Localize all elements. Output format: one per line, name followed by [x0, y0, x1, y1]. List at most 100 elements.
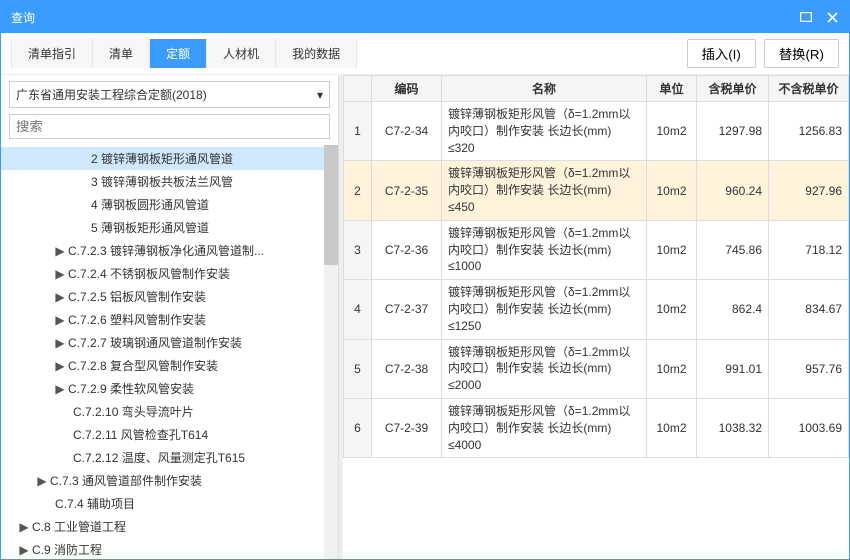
tree-item[interactable]: C.7.2.12 温度、风量测定孔T615: [1, 446, 334, 469]
toolbar-right: 插入(I) 替换(R): [687, 39, 839, 68]
tree-item[interactable]: C.7.2.10 弯头导流叶片: [1, 400, 334, 423]
catalog-select-value: 广东省通用安装工程综合定额(2018): [16, 86, 207, 103]
tree-item-label: C.7.2.3 镀锌薄钢板净化通风管道制...: [68, 242, 264, 259]
tree-toggle-icon[interactable]: ▶: [55, 313, 65, 327]
tree-item[interactable]: ▶C.7.2.9 柔性软风管安装: [1, 377, 334, 400]
tree-item-label: C.7.2.8 复合型风管制作安装: [68, 357, 218, 374]
tree-item[interactable]: ▶C.7.3 通风管道部件制作安装: [1, 469, 334, 492]
tree-item[interactable]: ▶C.7.2.3 镀锌薄钢板净化通风管道制...: [1, 239, 334, 262]
cell: C7-2-37: [372, 280, 442, 339]
tree-item[interactable]: C.7.4 辅助项目: [1, 492, 334, 515]
cell: 10m2: [647, 220, 697, 279]
tree-item[interactable]: ▶C.7.2.7 玻璃钢通风管道制作安装: [1, 331, 334, 354]
tab-0[interactable]: 清单指引: [11, 39, 93, 68]
tree-item[interactable]: C.7.2.11 风管检查孔T614: [1, 423, 334, 446]
cell: 镀锌薄钢板矩形风管（δ=1.2mm以内咬口）制作安装 长边长(mm) ≤320: [442, 102, 647, 161]
tree-toggle-icon[interactable]: ▶: [55, 336, 65, 350]
tree-item[interactable]: ▶C.7.2.8 复合型风管制作安装: [1, 354, 334, 377]
tree-item-label: 5 薄钢板矩形通风管道: [91, 219, 209, 236]
replace-button[interactable]: 替换(R): [764, 39, 839, 68]
toolbar: 清单指引清单定额人材机我的数据 插入(I) 替换(R): [1, 33, 849, 75]
cell: 991.01: [697, 339, 769, 398]
tab-1[interactable]: 清单: [93, 39, 150, 68]
tree-item-label: C.7.4 辅助项目: [55, 495, 135, 512]
tree-item-label: C.7.2.4 不锈钢板风管制作安装: [68, 265, 230, 282]
result-table: 编码名称单位含税单价不含税单价 1C7-2-34镀锌薄钢板矩形风管（δ=1.2m…: [343, 75, 849, 458]
tree-item-label: C.7.3 通风管道部件制作安装: [50, 472, 202, 489]
tree[interactable]: 2 镀锌薄钢板矩形通风管道 3 镀锌薄钢板共板法兰风管 4 薄钢板圆形通风管道 5 薄…: [1, 145, 338, 559]
cell: 957.76: [769, 339, 849, 398]
table-row[interactable]: 6C7-2-39镀锌薄钢板矩形风管（δ=1.2mm以内咬口）制作安装 长边长(m…: [344, 398, 849, 457]
cell: 镀锌薄钢板矩形风管（δ=1.2mm以内咬口）制作安装 长边长(mm) ≤1000: [442, 220, 647, 279]
left-panel: 广东省通用安装工程综合定额(2018) ▾ 2 镀锌薄钢板矩形通风管道 3 镀锌薄…: [1, 75, 339, 559]
tree-item-label: 3 镀锌薄钢板共板法兰风管: [91, 173, 233, 190]
search-input[interactable]: [9, 114, 330, 139]
tree-scrollbar[interactable]: [324, 145, 338, 559]
cell: C7-2-38: [372, 339, 442, 398]
tree-item-label: C.7.2.9 柔性软风管安装: [68, 380, 194, 397]
tree-toggle-icon[interactable]: ▶: [55, 382, 65, 396]
tree-item[interactable]: ▶C.7.2.5 铝板风管制作安装: [1, 285, 334, 308]
cell: 960.24: [697, 161, 769, 220]
tree-item[interactable]: 5 薄钢板矩形通风管道: [1, 216, 334, 239]
catalog-select[interactable]: 广东省通用安装工程综合定额(2018) ▾: [9, 81, 330, 108]
tree-toggle-icon[interactable]: ▶: [55, 267, 65, 281]
cell: 10m2: [647, 102, 697, 161]
tree-toggle-icon[interactable]: ▶: [19, 520, 29, 534]
maximize-icon[interactable]: [799, 10, 813, 24]
col-header[interactable]: 不含税单价: [769, 76, 849, 102]
tabs: 清单指引清单定额人材机我的数据: [11, 39, 357, 68]
cell: 镀锌薄钢板矩形风管（δ=1.2mm以内咬口）制作安装 长边长(mm) ≤450: [442, 161, 647, 220]
tree-toggle-icon[interactable]: ▶: [55, 244, 65, 258]
table-row[interactable]: 2C7-2-35镀锌薄钢板矩形风管（δ=1.2mm以内咬口）制作安装 长边长(m…: [344, 161, 849, 220]
content: 广东省通用安装工程综合定额(2018) ▾ 2 镀锌薄钢板矩形通风管道 3 镀锌薄…: [1, 75, 849, 559]
table-row[interactable]: 1C7-2-34镀锌薄钢板矩形风管（δ=1.2mm以内咬口）制作安装 长边长(m…: [344, 102, 849, 161]
col-header[interactable]: 含税单价: [697, 76, 769, 102]
insert-button[interactable]: 插入(I): [687, 39, 756, 68]
tree-toggle-icon[interactable]: ▶: [19, 543, 29, 557]
tab-3[interactable]: 人材机: [207, 39, 276, 68]
tree-item-label: C.7.2.12 温度、风量测定孔T615: [73, 449, 245, 466]
titlebar: 查询: [1, 1, 849, 33]
col-header[interactable]: 单位: [647, 76, 697, 102]
tree-toggle-icon[interactable]: ▶: [55, 359, 65, 373]
cell: C7-2-39: [372, 398, 442, 457]
cell: 镀锌薄钢板矩形风管（δ=1.2mm以内咬口）制作安装 长边长(mm) ≤1250: [442, 280, 647, 339]
tab-4[interactable]: 我的数据: [276, 39, 357, 68]
cell: 10m2: [647, 398, 697, 457]
cell: 镀锌薄钢板矩形风管（δ=1.2mm以内咬口）制作安装 长边长(mm) ≤4000: [442, 398, 647, 457]
col-header[interactable]: 编码: [372, 76, 442, 102]
tree-item[interactable]: ▶C.9 消防工程: [1, 538, 334, 559]
tree-item[interactable]: 4 薄钢板圆形通风管道: [1, 193, 334, 216]
table-row[interactable]: 4C7-2-37镀锌薄钢板矩形风管（δ=1.2mm以内咬口）制作安装 长边长(m…: [344, 280, 849, 339]
cell: 1: [344, 102, 372, 161]
table-row[interactable]: 5C7-2-38镀锌薄钢板矩形风管（δ=1.2mm以内咬口）制作安装 长边长(m…: [344, 339, 849, 398]
tab-2[interactable]: 定额: [150, 39, 207, 68]
cell: 1003.69: [769, 398, 849, 457]
cell: 10m2: [647, 161, 697, 220]
tree-toggle-icon[interactable]: ▶: [37, 474, 47, 488]
tree-item[interactable]: ▶C.8 工业管道工程: [1, 515, 334, 538]
cell: 862.4: [697, 280, 769, 339]
cell: 2: [344, 161, 372, 220]
table-row[interactable]: 3C7-2-36镀锌薄钢板矩形风管（δ=1.2mm以内咬口）制作安装 长边长(m…: [344, 220, 849, 279]
tree-item-label: C.7.2.6 塑料风管制作安装: [68, 311, 206, 328]
cell: 10m2: [647, 280, 697, 339]
close-icon[interactable]: [825, 10, 839, 24]
col-header[interactable]: 名称: [442, 76, 647, 102]
tree-item-label: 4 薄钢板圆形通风管道: [91, 196, 209, 213]
cell: 1256.83: [769, 102, 849, 161]
cell: 10m2: [647, 339, 697, 398]
cell: 834.67: [769, 280, 849, 339]
table-body: 1C7-2-34镀锌薄钢板矩形风管（δ=1.2mm以内咬口）制作安装 长边长(m…: [344, 102, 849, 458]
tree-item[interactable]: 2 镀锌薄钢板矩形通风管道: [1, 147, 334, 170]
tree-item[interactable]: ▶C.7.2.4 不锈钢板风管制作安装: [1, 262, 334, 285]
tree-scroll-thumb[interactable]: [324, 145, 338, 265]
table-header-row: 编码名称单位含税单价不含税单价: [344, 76, 849, 102]
tree-toggle-icon[interactable]: ▶: [55, 290, 65, 304]
right-panel: 编码名称单位含税单价不含税单价 1C7-2-34镀锌薄钢板矩形风管（δ=1.2m…: [343, 75, 849, 559]
tree-item[interactable]: 3 镀锌薄钢板共板法兰风管: [1, 170, 334, 193]
cell: 927.96: [769, 161, 849, 220]
tree-item[interactable]: ▶C.7.2.6 塑料风管制作安装: [1, 308, 334, 331]
tree-item-label: C.8 工业管道工程: [32, 518, 126, 535]
